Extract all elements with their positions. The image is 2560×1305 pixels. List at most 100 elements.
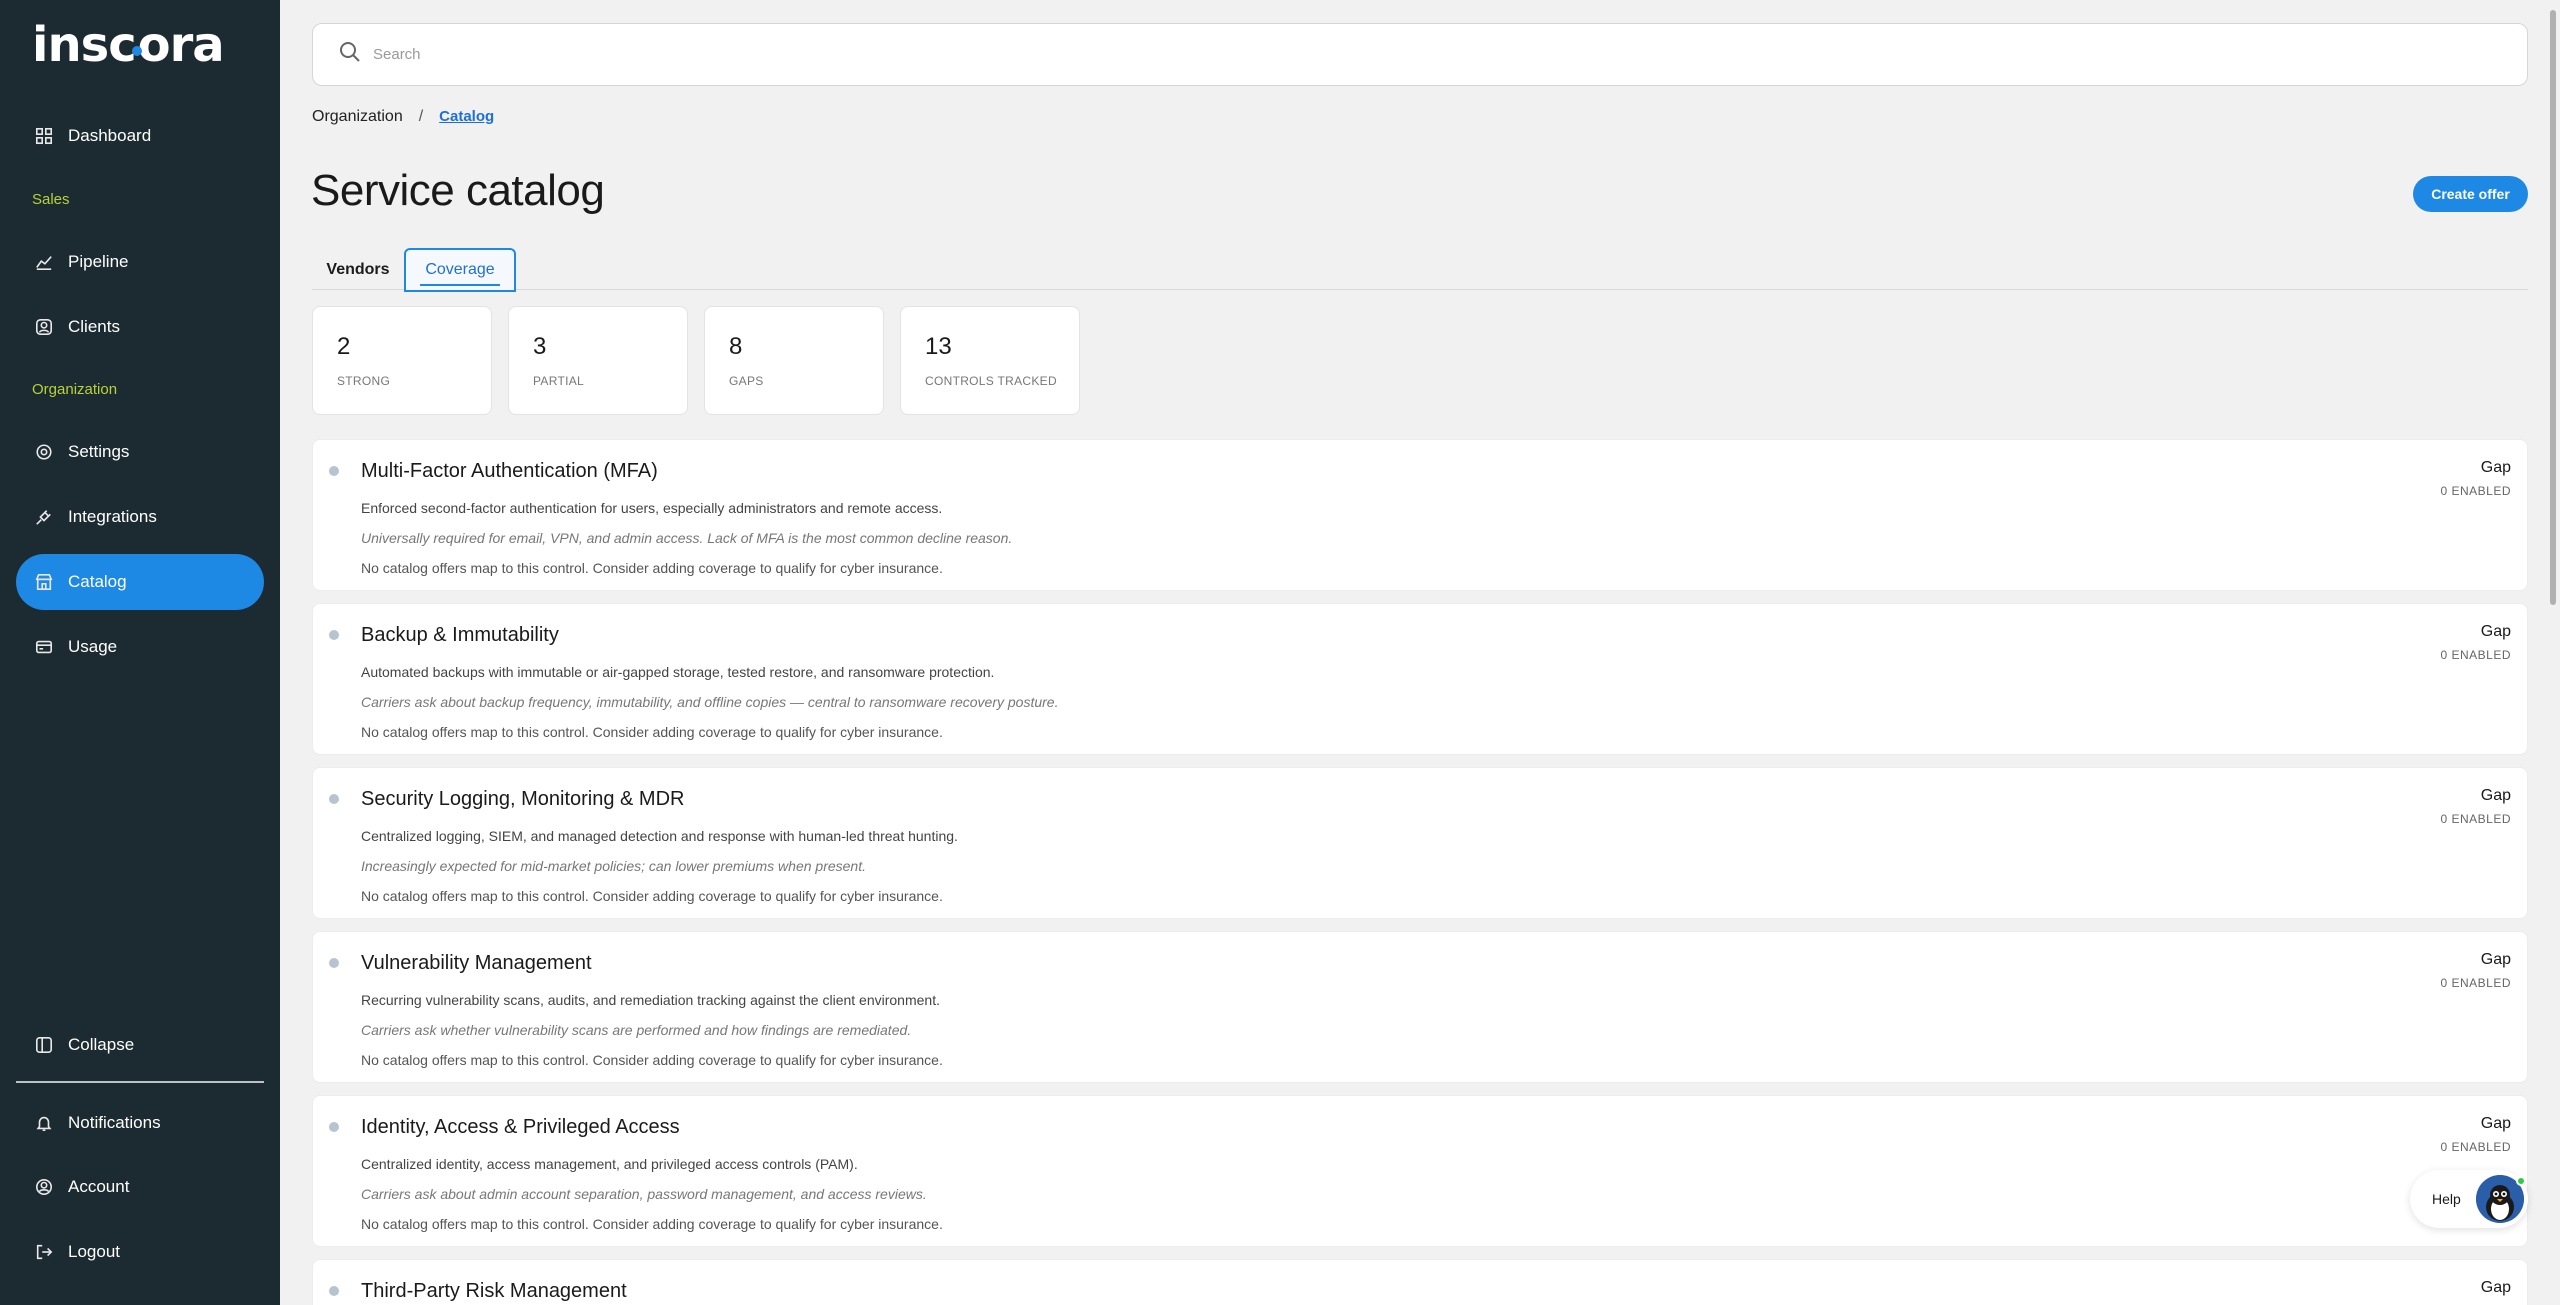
stat-card-partial: 3 PARTIAL <box>508 306 688 415</box>
search-icon <box>339 41 373 68</box>
sidebar-item-label: Collapse <box>68 1035 135 1054</box>
sidebar-item-integrations[interactable]: Integrations <box>16 489 264 545</box>
plug-icon <box>34 507 54 527</box>
grid-icon <box>34 126 54 146</box>
logo-dot <box>131 46 142 56</box>
enabled-count: 0 ENABLED <box>2440 484 2511 498</box>
sidebar-item-label: Logout <box>68 1242 120 1261</box>
enabled-count: 0 ENABLED <box>2440 1140 2511 1154</box>
status-badge: Gap <box>2480 623 2511 640</box>
control-message: No catalog offers map to this control. C… <box>361 1052 943 1068</box>
control-message: No catalog offers map to this control. C… <box>361 1216 943 1232</box>
sidebar-item-label: Catalog <box>68 572 127 591</box>
status-badge: Gap <box>2480 459 2511 476</box>
sidebar: ins c ora Dashboard Sales Pipeline Clients… <box>0 0 280 1305</box>
status-badge: Gap <box>2480 1279 2511 1296</box>
control-card-mfa[interactable]: Multi-Factor Authentication (MFA) Enforc… <box>312 439 2528 591</box>
control-card-vulnerability[interactable]: Vulnerability Management Recurring vulne… <box>312 931 2528 1083</box>
tab-vendors[interactable]: Vendors <box>312 248 404 292</box>
sidebar-item-label: Settings <box>68 442 130 461</box>
control-title: Backup & Immutability <box>361 624 559 646</box>
section-label-sales: Sales <box>32 191 70 208</box>
sidebar-item-settings[interactable]: Settings <box>16 424 264 480</box>
stat-label: GAPS <box>729 374 764 388</box>
enabled-count: 0 ENABLED <box>2440 812 2511 826</box>
sidebar-item-usage[interactable]: Usage <box>16 619 264 675</box>
control-title: Third-Party Risk Management <box>361 1280 627 1302</box>
search-input[interactable] <box>373 46 1873 63</box>
tab-coverage[interactable]: Coverage <box>404 248 516 292</box>
breadcrumb-root[interactable]: Organization <box>312 108 403 126</box>
control-note: Carriers ask about admin account separat… <box>361 1186 927 1202</box>
card-icon <box>34 637 54 657</box>
gear-icon <box>34 442 54 462</box>
status-dot <box>329 1286 339 1296</box>
control-note: Universally required for email, VPN, and… <box>361 530 1013 546</box>
breadcrumb: Organization / Catalog <box>312 108 494 126</box>
control-description: Enforced second-factor authentication fo… <box>361 500 943 516</box>
stat-card-strong: 2 STRONG <box>312 306 492 415</box>
control-card-logging[interactable]: Security Logging, Monitoring & MDR Centr… <box>312 767 2528 919</box>
sidebar-item-notifications[interactable]: Notifications <box>16 1095 264 1151</box>
page-title: Service catalog <box>311 166 605 215</box>
control-description: Automated backups with immutable or air-… <box>361 664 995 680</box>
control-title: Security Logging, Monitoring & MDR <box>361 788 685 810</box>
store-icon <box>34 572 54 592</box>
breadcrumb-current[interactable]: Catalog <box>439 108 494 126</box>
user-circle-icon <box>34 1177 54 1197</box>
enabled-count: 0 ENABLED <box>2440 648 2511 662</box>
bell-icon <box>34 1113 54 1133</box>
sidebar-item-account[interactable]: Account <box>16 1159 264 1215</box>
control-card-third-party[interactable]: Third-Party Risk Management Gap <box>312 1259 2528 1305</box>
sidebar-item-pipeline[interactable]: Pipeline <box>16 234 264 290</box>
control-description: Centralized logging, SIEM, and managed d… <box>361 828 958 844</box>
inscora-logo[interactable]: ins c ora <box>32 17 225 73</box>
control-card-backup[interactable]: Backup & Immutability Automated backups … <box>312 603 2528 755</box>
stat-label: STRONG <box>337 374 391 388</box>
sidebar-item-catalog[interactable]: Catalog <box>16 554 264 610</box>
stat-card-gaps: 8 GAPS <box>704 306 884 415</box>
control-note: Increasingly expected for mid-market pol… <box>361 858 866 874</box>
scrollbar-thumb[interactable] <box>2550 10 2556 605</box>
status-badge: Gap <box>2480 787 2511 804</box>
stat-value: 2 <box>337 333 351 360</box>
sidebar-item-label: Clients <box>68 317 120 336</box>
control-note: Carriers ask whether vulnerability scans… <box>361 1022 912 1038</box>
stat-value: 3 <box>533 333 547 360</box>
sidebar-item-label: Usage <box>68 637 118 656</box>
sidebar-icon <box>34 1035 54 1055</box>
sidebar-item-dashboard[interactable]: Dashboard <box>16 108 264 164</box>
chart-icon <box>34 252 54 272</box>
sidebar-item-label: Pipeline <box>68 252 129 271</box>
control-title: Identity, Access & Privileged Access <box>361 1116 680 1138</box>
status-dot <box>329 1122 339 1132</box>
control-description: Recurring vulnerability scans, audits, a… <box>361 992 940 1008</box>
search-bar[interactable] <box>312 23 2528 86</box>
sidebar-item-clients[interactable]: Clients <box>16 299 264 355</box>
help-label: Help <box>2432 1191 2461 1207</box>
help-widget[interactable]: Help <box>2410 1170 2528 1228</box>
page-scrollbar[interactable] <box>2546 0 2560 1305</box>
sidebar-item-label: Dashboard <box>68 126 152 145</box>
control-message: No catalog offers map to this control. C… <box>361 888 943 904</box>
logout-icon <box>34 1242 54 1262</box>
control-card-identity[interactable]: Identity, Access & Privileged Access Cen… <box>312 1095 2528 1247</box>
sidebar-item-label: Account <box>68 1177 130 1196</box>
online-indicator <box>2516 1176 2526 1186</box>
status-dot <box>329 958 339 968</box>
status-dot <box>329 630 339 640</box>
stat-card-controls-tracked: 13 CONTROLS TRACKED <box>900 306 1080 415</box>
status-dot <box>329 794 339 804</box>
status-dot <box>329 466 339 476</box>
control-title: Vulnerability Management <box>361 952 592 974</box>
section-label-organization: Organization <box>32 381 118 398</box>
create-offer-button[interactable]: Create offer <box>2413 176 2528 212</box>
stat-label: PARTIAL <box>533 374 585 388</box>
status-badge: Gap <box>2480 1115 2511 1132</box>
stat-label: CONTROLS TRACKED <box>925 374 1057 388</box>
user-circle-icon <box>34 317 54 337</box>
sidebar-item-collapse[interactable]: Collapse <box>16 1017 264 1073</box>
breadcrumb-separator: / <box>418 108 424 125</box>
sidebar-item-logout[interactable]: Logout <box>16 1224 264 1280</box>
enabled-count: 0 ENABLED <box>2440 976 2511 990</box>
